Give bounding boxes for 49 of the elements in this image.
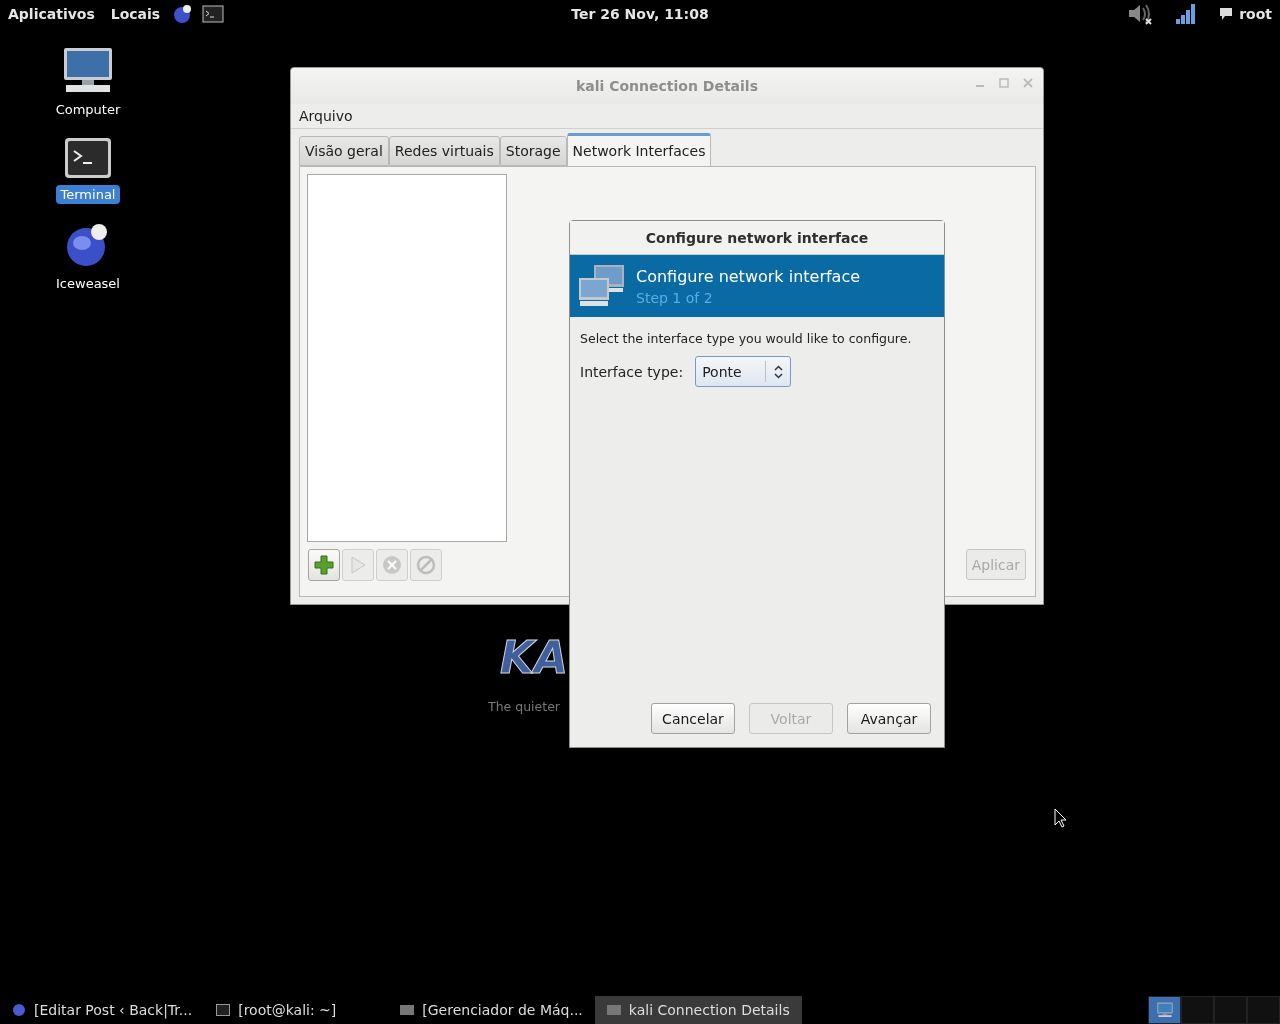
workspace-switcher-cell[interactable] <box>1181 996 1214 1024</box>
tab[interactable]: Network Interfaces <box>566 133 712 166</box>
wallpaper-tagline: The quieter <box>488 699 560 714</box>
muted-speaker-icon[interactable] <box>1127 2 1154 26</box>
dialog-title: Configure network interface <box>570 221 944 255</box>
interface-list[interactable] <box>307 174 507 542</box>
interface-type-select[interactable]: Ponte <box>695 356 792 387</box>
desktop-icon-label[interactable]: Terminal <box>55 185 121 204</box>
taskbar-item[interactable]: [Editar Post ‹ Back|Tr... <box>0 996 205 1024</box>
menu-item[interactable]: Arquivo <box>295 108 357 124</box>
tab[interactable]: Redes virtuais <box>388 136 500 166</box>
taskbar-item[interactable]: [root@kali: ~] <box>204 996 349 1024</box>
window-title: kali Connection Details <box>576 78 758 94</box>
taskbar-item[interactable]: [Gerenciador de Máq... <box>388 996 595 1024</box>
user-menu[interactable]: root <box>1239 6 1272 22</box>
play-icon <box>349 556 367 574</box>
dialog-button[interactable]: Cancelar <box>651 703 735 734</box>
networked-computers-icon <box>578 264 626 308</box>
toolbar-button[interactable] <box>308 549 340 581</box>
wizard-step: Step 1 of 2 <box>636 289 861 306</box>
taskbar-item[interactable]: kali Connection Details <box>594 996 802 1024</box>
wizard-title: Configure network interface <box>636 266 861 286</box>
maximize-icon[interactable] <box>999 78 1009 88</box>
terminal-icon <box>216 1004 231 1016</box>
desktop-icon-label[interactable]: Iceweasel <box>51 274 125 293</box>
instruction-text: Select the interface type you would like to configure. <box>580 331 912 346</box>
close-icon[interactable] <box>1023 78 1033 88</box>
updown-icon <box>773 364 783 379</box>
tab[interactable]: Storage <box>499 136 567 166</box>
close-icon <box>382 555 402 575</box>
plus-icon <box>314 555 334 575</box>
dialog-button[interactable]: Avançar <box>847 703 931 734</box>
prohibited-icon <box>416 555 436 575</box>
workspace-switcher-cell[interactable] <box>1148 996 1181 1024</box>
desktop-icon-label[interactable]: Computer <box>50 100 126 119</box>
panel-menu[interactable]: Aplicativos <box>0 6 103 22</box>
workspace-switcher-cell[interactable] <box>1247 996 1280 1024</box>
clock[interactable]: Ter 26 Nov, 11:08 <box>571 6 709 22</box>
workspace-switcher-cell[interactable] <box>1214 996 1247 1024</box>
chat-bubble-icon <box>1219 7 1234 21</box>
signal-icon[interactable] <box>1175 3 1198 25</box>
terminal-icon <box>64 137 112 179</box>
panel-menu[interactable]: Locais <box>102 6 169 22</box>
computer-icon <box>62 46 114 94</box>
wallpaper-logo: KA <box>500 631 569 685</box>
mouse-pointer-icon <box>1054 808 1068 828</box>
terminal-icon[interactable] <box>202 5 225 23</box>
field-label: Interface type: <box>580 363 684 380</box>
tab[interactable]: Visão geral <box>299 136 389 166</box>
